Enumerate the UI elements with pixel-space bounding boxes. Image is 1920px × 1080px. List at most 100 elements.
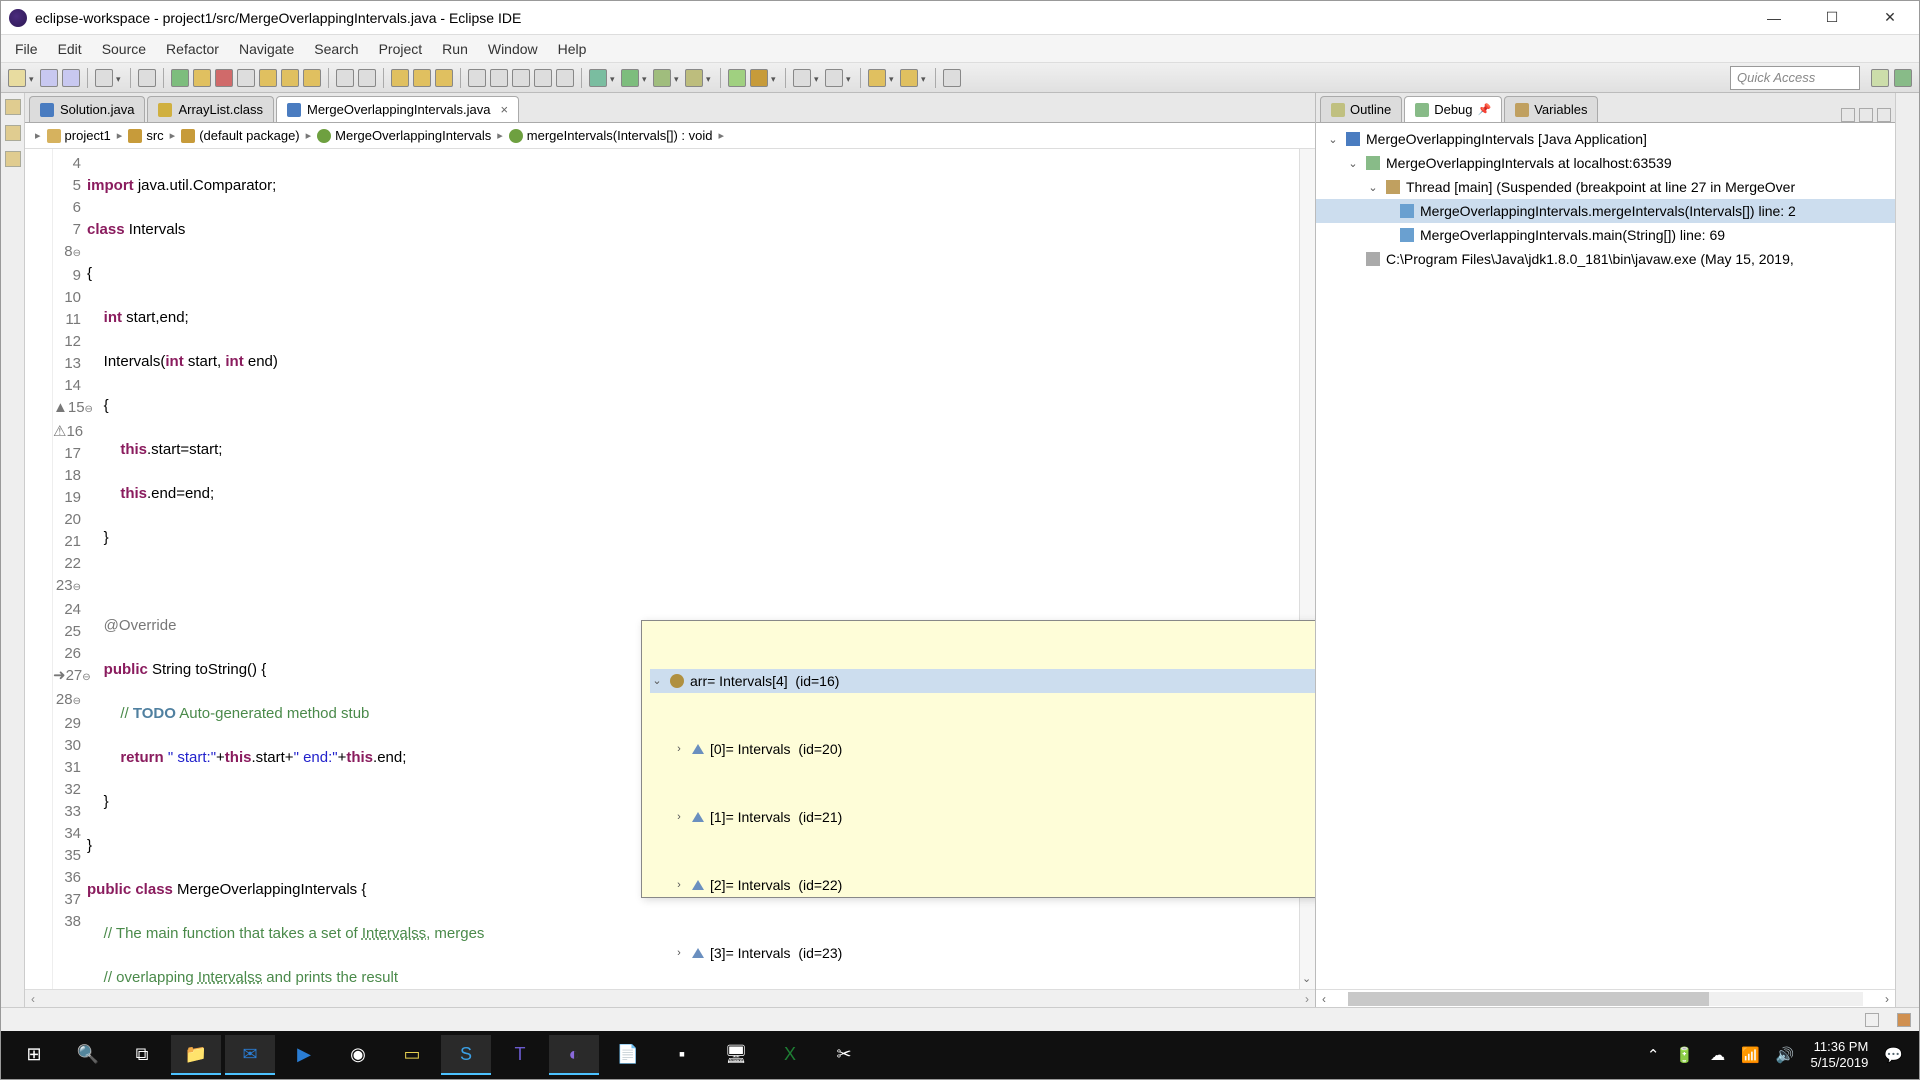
menu-run[interactable]: Run <box>432 37 478 61</box>
twist-down-icon[interactable]: ⌄ <box>1346 157 1360 170</box>
chrome-button[interactable]: ◉ <box>333 1035 383 1075</box>
menu-project[interactable]: Project <box>369 37 433 61</box>
bc-src[interactable]: src <box>128 128 163 143</box>
code-content[interactable]: import java.util.Comparator; class Inter… <box>87 149 1299 989</box>
hover-item-2[interactable]: › [2]= Intervals (id=22) <box>650 873 1315 897</box>
powershell-button[interactable]: ▶ <box>279 1035 329 1075</box>
eclipse-button[interactable]: ◐ <box>549 1035 599 1075</box>
twist-right-icon[interactable]: › <box>672 874 686 896</box>
tab-arraylist[interactable]: ArrayList.class <box>147 96 274 122</box>
maximize-button[interactable]: ☐ <box>1803 1 1861 35</box>
nav-back-icon[interactable] <box>868 69 886 87</box>
tab-debug[interactable]: Debug 📌 <box>1404 96 1502 122</box>
twist-down-icon[interactable]: ⌄ <box>1366 181 1380 194</box>
debug-thread-row[interactable]: ⌄ Thread [main] (Suspended (breakpoint a… <box>1316 175 1895 199</box>
outlook-button[interactable]: ✉ <box>225 1035 275 1075</box>
tb-icon-e[interactable] <box>512 69 530 87</box>
suspend-icon[interactable] <box>193 69 211 87</box>
debug-horizontal-scrollbar[interactable]: ‹ › <box>1316 989 1895 1007</box>
app-button-a[interactable]: 🖥 <box>711 1035 761 1075</box>
terminate-icon[interactable] <box>215 69 233 87</box>
drop-frame-icon[interactable] <box>336 69 354 87</box>
pin-icon[interactable] <box>943 69 961 87</box>
tasks-icon[interactable] <box>5 151 21 167</box>
step-over-icon[interactable] <box>281 69 299 87</box>
skip-bp-icon[interactable] <box>138 69 156 87</box>
tb-icon-c[interactable] <box>435 69 453 87</box>
task-view-button[interactable]: ⧉ <box>117 1035 167 1075</box>
file-explorer-button[interactable]: 📁 <box>171 1035 221 1075</box>
debug-frame-1[interactable]: MergeOverlappingIntervals.mergeIntervals… <box>1316 199 1895 223</box>
bc-project[interactable]: project1 <box>47 128 111 143</box>
tab-outline[interactable]: Outline <box>1320 96 1402 122</box>
debug-frame-2[interactable]: MergeOverlappingIntervals.main(String[])… <box>1316 223 1895 247</box>
resume-icon[interactable] <box>171 69 189 87</box>
wifi-icon[interactable]: 📶 <box>1741 1046 1760 1064</box>
tab-close-icon[interactable]: × <box>501 102 509 117</box>
twist-right-icon[interactable]: › <box>672 738 686 760</box>
ext-dd-icon[interactable] <box>685 69 703 87</box>
tb-icon-g[interactable] <box>556 69 574 87</box>
new-class-icon[interactable] <box>728 69 746 87</box>
battery-icon[interactable]: 🔋 <box>1675 1046 1694 1064</box>
status-icon-2[interactable] <box>1897 1013 1911 1027</box>
tray-clock[interactable]: 11:36 PM 5/15/2019 <box>1810 1039 1868 1071</box>
tb-icon-a[interactable] <box>391 69 409 87</box>
debug-tree[interactable]: ⌄ MergeOverlappingIntervals [Java Applic… <box>1316 123 1895 989</box>
hover-item-3[interactable]: › [3]= Intervals (id=23) <box>650 941 1315 965</box>
tb-icon-d[interactable] <box>490 69 508 87</box>
snipping-button[interactable]: ✂ <box>819 1035 869 1075</box>
tab-variables[interactable]: Variables <box>1504 96 1598 122</box>
build-icon[interactable] <box>95 69 113 87</box>
menu-edit[interactable]: Edit <box>48 37 92 61</box>
search-button[interactable]: 🔍 <box>63 1035 113 1075</box>
menu-search[interactable]: Search <box>304 37 368 61</box>
menu-refactor[interactable]: Refactor <box>156 37 229 61</box>
view-menu-icon[interactable] <box>1841 108 1855 122</box>
disconnect-icon[interactable] <box>237 69 255 87</box>
tb-icon-h[interactable] <box>825 69 843 87</box>
bc-method[interactable]: mergeIntervals(Intervals[]) : void <box>509 128 713 143</box>
tab-mergeoverlapping[interactable]: MergeOverlappingIntervals.java × <box>276 96 519 122</box>
minimize-button[interactable]: — <box>1745 1 1803 35</box>
onedrive-icon[interactable]: ☁ <box>1710 1046 1725 1064</box>
pin-icon[interactable]: 📌 <box>1478 103 1492 116</box>
close-button[interactable]: ✕ <box>1861 1 1919 35</box>
hover-item-0[interactable]: › [0]= Intervals (id=20) <box>650 737 1315 761</box>
hover-item-1[interactable]: › [1]= Intervals (id=21) <box>650 805 1315 829</box>
sticky-notes-button[interactable]: ▭ <box>387 1035 437 1075</box>
maximize-view-icon[interactable] <box>1877 108 1891 122</box>
status-icon-1[interactable] <box>1865 1013 1879 1027</box>
scroll-left-icon[interactable]: ‹ <box>31 992 35 1006</box>
twist-down-icon[interactable]: ⌄ <box>650 670 664 692</box>
cov-dd-icon[interactable] <box>653 69 671 87</box>
tb-icon-f[interactable] <box>534 69 552 87</box>
search-toolbar-icon[interactable] <box>793 69 811 87</box>
terminal-button[interactable]: ▪ <box>657 1035 707 1075</box>
menu-help[interactable]: Help <box>548 37 597 61</box>
code-editor[interactable]: 456 78⊖9 101112 1314▲15⊖ ⚠161718 192021 … <box>25 149 1315 989</box>
menu-window[interactable]: Window <box>478 37 548 61</box>
scroll-left-icon[interactable]: ‹ <box>1316 992 1332 1006</box>
debug-process-row[interactable]: ⌄ MergeOverlappingIntervals at localhost… <box>1316 151 1895 175</box>
scroll-right-icon[interactable]: › <box>1879 992 1895 1006</box>
minimize-view-icon[interactable] <box>1859 108 1873 122</box>
tray-chevron-icon[interactable]: ⌃ <box>1647 1046 1660 1064</box>
step-into-icon[interactable] <box>259 69 277 87</box>
save-icon[interactable] <box>40 69 58 87</box>
scroll-right-icon[interactable]: › <box>1305 992 1309 1006</box>
pkg-explorer-icon[interactable] <box>5 99 21 115</box>
start-button[interactable]: ⊞ <box>9 1035 59 1075</box>
save-all-icon[interactable] <box>62 69 80 87</box>
java-perspective-icon[interactable] <box>1871 69 1889 87</box>
nav-fwd-icon[interactable] <box>900 69 918 87</box>
skype-button[interactable]: S <box>441 1035 491 1075</box>
step-filter-icon[interactable] <box>358 69 376 87</box>
menu-file[interactable]: File <box>5 37 48 61</box>
menu-source[interactable]: Source <box>92 37 156 61</box>
excel-button[interactable]: X <box>765 1035 815 1075</box>
debug-vm-row[interactable]: C:\Program Files\Java\jdk1.8.0_181\bin\j… <box>1316 247 1895 271</box>
tab-solution[interactable]: Solution.java <box>29 96 145 122</box>
editor-horizontal-scrollbar[interactable]: ‹ › <box>25 989 1315 1007</box>
debug-launch-row[interactable]: ⌄ MergeOverlappingIntervals [Java Applic… <box>1316 127 1895 151</box>
